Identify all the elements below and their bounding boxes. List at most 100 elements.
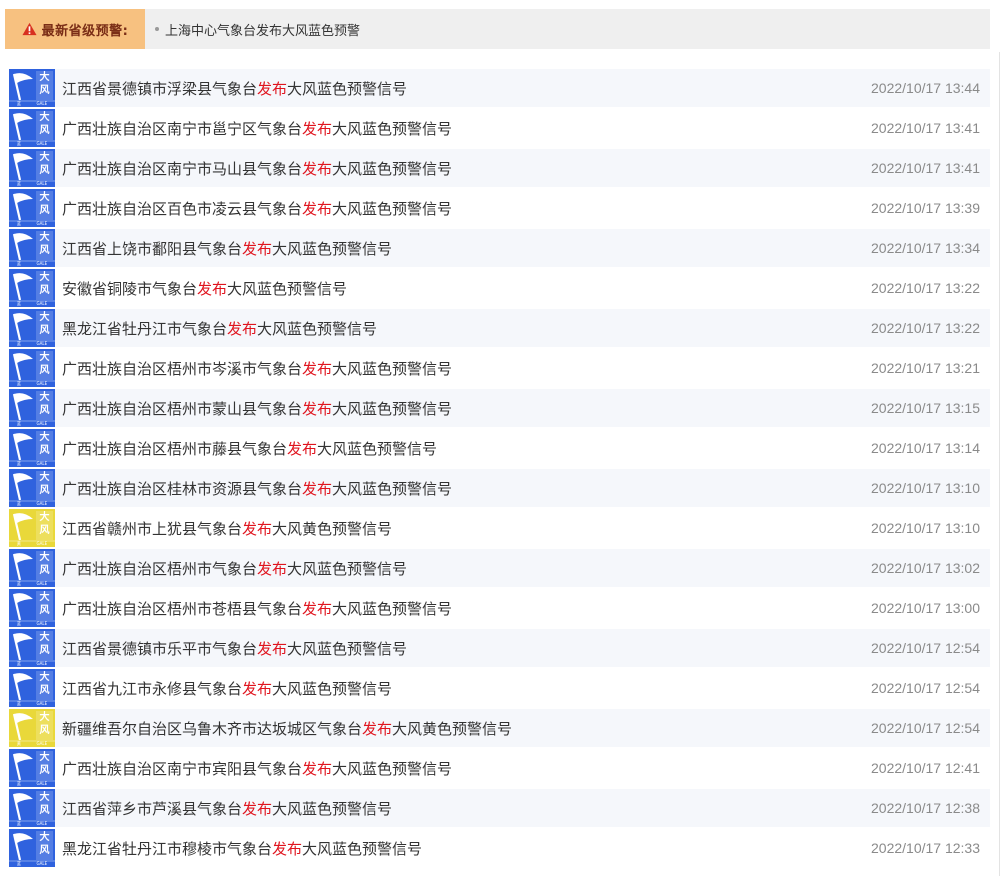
warning-issuer: 安徽省铜陵市气象台 bbox=[62, 279, 198, 298]
warning-type: 大风蓝色预警信号 bbox=[287, 639, 408, 658]
warning-item[interactable]: 大 风 黄 GALE 新疆维吾尔自治区乌鲁木齐市达坂城区气象台发布大风黄色预警信… bbox=[9, 709, 990, 747]
icon-char-1: 大 bbox=[39, 152, 50, 163]
gale-blue-warning-icon: 大 风 蓝 GALE bbox=[9, 829, 55, 867]
warning-verb: 发布 bbox=[257, 639, 288, 658]
warning-title-link[interactable]: 广西壮族自治区梧州市苍梧县气象台发布大风蓝色预警信号 bbox=[62, 598, 871, 619]
warning-time: 2022/10/17 12:54 bbox=[871, 720, 980, 736]
icon-footer: 蓝 GALE bbox=[9, 581, 55, 586]
warning-type: 大风蓝色预警信号 bbox=[317, 439, 438, 458]
gale-blue-warning-icon: 大 风 蓝 GALE bbox=[9, 429, 55, 467]
gale-blue-warning-icon: 大 风 蓝 GALE bbox=[9, 389, 55, 427]
warning-issuer: 黑龙江省牡丹江市穆棱市气象台 bbox=[62, 839, 273, 858]
warning-item[interactable]: 大 风 蓝 GALE 江西省萍乡市芦溪县气象台发布大风蓝色预警信号 2022/1… bbox=[9, 789, 990, 827]
icon-footer-level: 蓝 bbox=[16, 461, 21, 466]
icon-footer-level: 蓝 bbox=[16, 261, 21, 266]
warning-title-link[interactable]: 江西省九江市永修县气象台发布大风蓝色预警信号 bbox=[62, 678, 871, 699]
icon-char-2: 风 bbox=[39, 205, 50, 216]
warning-title-link[interactable]: 江西省景德镇市乐平市气象台发布大风蓝色预警信号 bbox=[62, 638, 871, 659]
icon-footer-level: 蓝 bbox=[16, 381, 21, 386]
icon-footer: 蓝 GALE bbox=[9, 821, 55, 826]
icon-char-1: 大 bbox=[39, 712, 50, 723]
warning-page: 最新省级预警: 上海中心气象台发布大风蓝色预警 大 风 蓝 GALE 江西省景德… bbox=[0, 0, 1003, 876]
warning-title-link[interactable]: 黑龙江省牡丹江市气象台发布大风蓝色预警信号 bbox=[62, 318, 871, 339]
warning-item[interactable]: 大 风 蓝 GALE 江西省上饶市鄱阳县气象台发布大风蓝色预警信号 2022/1… bbox=[9, 229, 990, 267]
scrollbar-track[interactable] bbox=[999, 52, 1000, 876]
icon-char-1: 大 bbox=[39, 752, 50, 763]
gale-blue-warning-icon: 大 风 蓝 GALE bbox=[9, 269, 55, 307]
icon-char-2: 风 bbox=[39, 605, 50, 616]
warning-item[interactable]: 大 风 蓝 GALE 安徽省铜陵市气象台发布大风蓝色预警信号 2022/10/1… bbox=[9, 269, 990, 307]
warning-item[interactable]: 大 风 蓝 GALE 广西壮族自治区桂林市资源县气象台发布大风蓝色预警信号 20… bbox=[9, 469, 990, 507]
warning-issuer: 江西省萍乡市芦溪县气象台 bbox=[62, 799, 243, 818]
warning-verb: 发布 bbox=[302, 199, 333, 218]
icon-char-1: 大 bbox=[39, 432, 50, 443]
warning-title-link[interactable]: 黑龙江省牡丹江市穆棱市气象台发布大风蓝色预警信号 bbox=[62, 838, 871, 859]
warning-title-link[interactable]: 江西省上饶市鄱阳县气象台发布大风蓝色预警信号 bbox=[62, 238, 871, 259]
icon-footer-gale: GALE bbox=[36, 461, 48, 466]
warning-item[interactable]: 大 风 蓝 GALE 广西壮族自治区南宁市马山县气象台发布大风蓝色预警信号 20… bbox=[9, 149, 990, 187]
warning-triangle-icon bbox=[22, 22, 37, 36]
warning-title-link[interactable]: 广西壮族自治区梧州市气象台发布大风蓝色预警信号 bbox=[62, 558, 871, 579]
warning-issuer: 广西壮族自治区梧州市气象台 bbox=[62, 559, 258, 578]
icon-footer-level: 黄 bbox=[16, 741, 21, 746]
warning-title-link[interactable]: 广西壮族自治区南宁市邕宁区气象台发布大风蓝色预警信号 bbox=[62, 118, 871, 139]
warning-type: 大风蓝色预警信号 bbox=[332, 159, 453, 178]
icon-footer-gale: GALE bbox=[36, 141, 48, 146]
gale-blue-warning-icon: 大 风 蓝 GALE bbox=[9, 629, 55, 667]
warning-time: 2022/10/17 13:22 bbox=[871, 320, 980, 336]
warning-item[interactable]: 大 风 蓝 GALE 广西壮族自治区百色市凌云县气象台发布大风蓝色预警信号 20… bbox=[9, 189, 990, 227]
icon-char-2: 风 bbox=[39, 445, 50, 456]
icon-char-2: 风 bbox=[39, 645, 50, 656]
banner-message: 上海中心气象台发布大风蓝色预警 bbox=[165, 23, 361, 39]
warning-time: 2022/10/17 12:54 bbox=[871, 680, 980, 696]
warning-title-link[interactable]: 安徽省铜陵市气象台发布大风蓝色预警信号 bbox=[62, 278, 871, 299]
warning-item[interactable]: 大 风 蓝 GALE 江西省九江市永修县气象台发布大风蓝色预警信号 2022/1… bbox=[9, 669, 990, 707]
icon-footer: 蓝 GALE bbox=[9, 621, 55, 626]
warning-item[interactable]: 大 风 蓝 GALE 黑龙江省牡丹江市气象台发布大风蓝色预警信号 2022/10… bbox=[9, 309, 990, 347]
warning-issuer: 黑龙江省牡丹江市气象台 bbox=[62, 319, 228, 338]
warning-title-link[interactable]: 广西壮族自治区南宁市宾阳县气象台发布大风蓝色预警信号 bbox=[62, 758, 871, 779]
icon-char-1: 大 bbox=[39, 72, 50, 83]
warning-title-link[interactable]: 广西壮族自治区梧州市岑溪市气象台发布大风蓝色预警信号 bbox=[62, 358, 871, 379]
warning-type: 大风蓝色预警信号 bbox=[287, 559, 408, 578]
icon-char-1: 大 bbox=[39, 272, 50, 283]
warning-title-link[interactable]: 广西壮族自治区南宁市马山县气象台发布大风蓝色预警信号 bbox=[62, 158, 871, 179]
icon-footer-level: 蓝 bbox=[16, 501, 21, 506]
icon-footer-level: 蓝 bbox=[16, 181, 21, 186]
warning-type: 大风蓝色预警信号 bbox=[287, 79, 408, 98]
warning-item[interactable]: 大 风 蓝 GALE 江西省景德镇市浮梁县气象台发布大风蓝色预警信号 2022/… bbox=[9, 69, 990, 107]
icon-footer-gale: GALE bbox=[36, 661, 48, 666]
warning-verb: 发布 bbox=[302, 359, 333, 378]
warning-title-link[interactable]: 广西壮族自治区梧州市藤县气象台发布大风蓝色预警信号 bbox=[62, 438, 871, 459]
warning-title-link[interactable]: 江西省萍乡市芦溪县气象台发布大风蓝色预警信号 bbox=[62, 798, 871, 819]
warning-title-link[interactable]: 江西省景德镇市浮梁县气象台发布大风蓝色预警信号 bbox=[62, 78, 871, 99]
warning-item[interactable]: 大 风 蓝 GALE 广西壮族自治区梧州市苍梧县气象台发布大风蓝色预警信号 20… bbox=[9, 589, 990, 627]
icon-footer: 蓝 GALE bbox=[9, 181, 55, 186]
icon-footer-gale: GALE bbox=[36, 381, 48, 386]
warning-item[interactable]: 大 风 蓝 GALE 广西壮族自治区梧州市岑溪市气象台发布大风蓝色预警信号 20… bbox=[9, 349, 990, 387]
warning-title-link[interactable]: 广西壮族自治区桂林市资源县气象台发布大风蓝色预警信号 bbox=[62, 478, 871, 499]
icon-footer-gale: GALE bbox=[36, 861, 48, 866]
icon-char-2: 风 bbox=[39, 805, 50, 816]
warning-type: 大风蓝色预警信号 bbox=[272, 679, 393, 698]
latest-provincial-warning-banner: 最新省级预警: 上海中心气象台发布大风蓝色预警 bbox=[5, 9, 990, 49]
icon-char-2: 风 bbox=[39, 245, 50, 256]
warning-item[interactable]: 大 风 黄 GALE 江西省赣州市上犹县气象台发布大风黄色预警信号 2022/1… bbox=[9, 509, 990, 547]
warning-item[interactable]: 大 风 蓝 GALE 黑龙江省牡丹江市穆棱市气象台发布大风蓝色预警信号 2022… bbox=[9, 829, 990, 867]
warning-title-link[interactable]: 江西省赣州市上犹县气象台发布大风黄色预警信号 bbox=[62, 518, 871, 539]
warning-item[interactable]: 大 风 蓝 GALE 广西壮族自治区南宁市邕宁区气象台发布大风蓝色预警信号 20… bbox=[9, 109, 990, 147]
icon-footer: 蓝 GALE bbox=[9, 861, 55, 866]
warning-item[interactable]: 大 风 蓝 GALE 江西省景德镇市乐平市气象台发布大风蓝色预警信号 2022/… bbox=[9, 629, 990, 667]
warning-title-link[interactable]: 新疆维吾尔自治区乌鲁木齐市达坂城区气象台发布大风黄色预警信号 bbox=[62, 718, 871, 739]
warning-title-link[interactable]: 广西壮族自治区梧州市蒙山县气象台发布大风蓝色预警信号 bbox=[62, 398, 871, 419]
icon-char-1: 大 bbox=[39, 472, 50, 483]
warning-title-link[interactable]: 广西壮族自治区百色市凌云县气象台发布大风蓝色预警信号 bbox=[62, 198, 871, 219]
bullet-dot-icon bbox=[155, 27, 159, 31]
warning-item[interactable]: 大 风 蓝 GALE 广西壮族自治区梧州市藤县气象台发布大风蓝色预警信号 202… bbox=[9, 429, 990, 467]
warning-item[interactable]: 大 风 蓝 GALE 广西壮族自治区梧州市蒙山县气象台发布大风蓝色预警信号 20… bbox=[9, 389, 990, 427]
banner-message-link[interactable]: 上海中心气象台发布大风蓝色预警 bbox=[155, 20, 360, 39]
warning-item[interactable]: 大 风 蓝 GALE 广西壮族自治区南宁市宾阳县气象台发布大风蓝色预警信号 20… bbox=[9, 749, 990, 787]
icon-footer: 蓝 GALE bbox=[9, 701, 55, 706]
warning-item[interactable]: 大 风 蓝 GALE 广西壮族自治区梧州市气象台发布大风蓝色预警信号 2022/… bbox=[9, 549, 990, 587]
warning-type: 大风蓝色预警信号 bbox=[332, 399, 453, 418]
